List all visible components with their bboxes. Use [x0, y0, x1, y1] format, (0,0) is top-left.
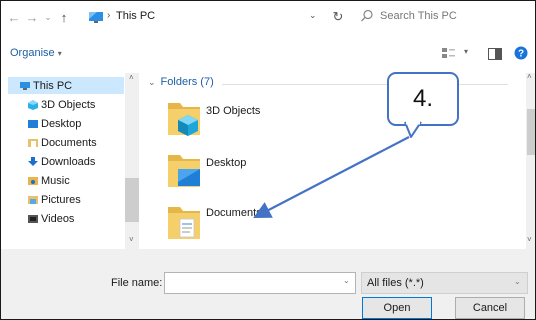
callout-arrow	[253, 121, 422, 219]
file-open-dialog: ← → ⌄ ↑ › This PC ⌄ ↻ Search This PC Org…	[0, 0, 536, 320]
